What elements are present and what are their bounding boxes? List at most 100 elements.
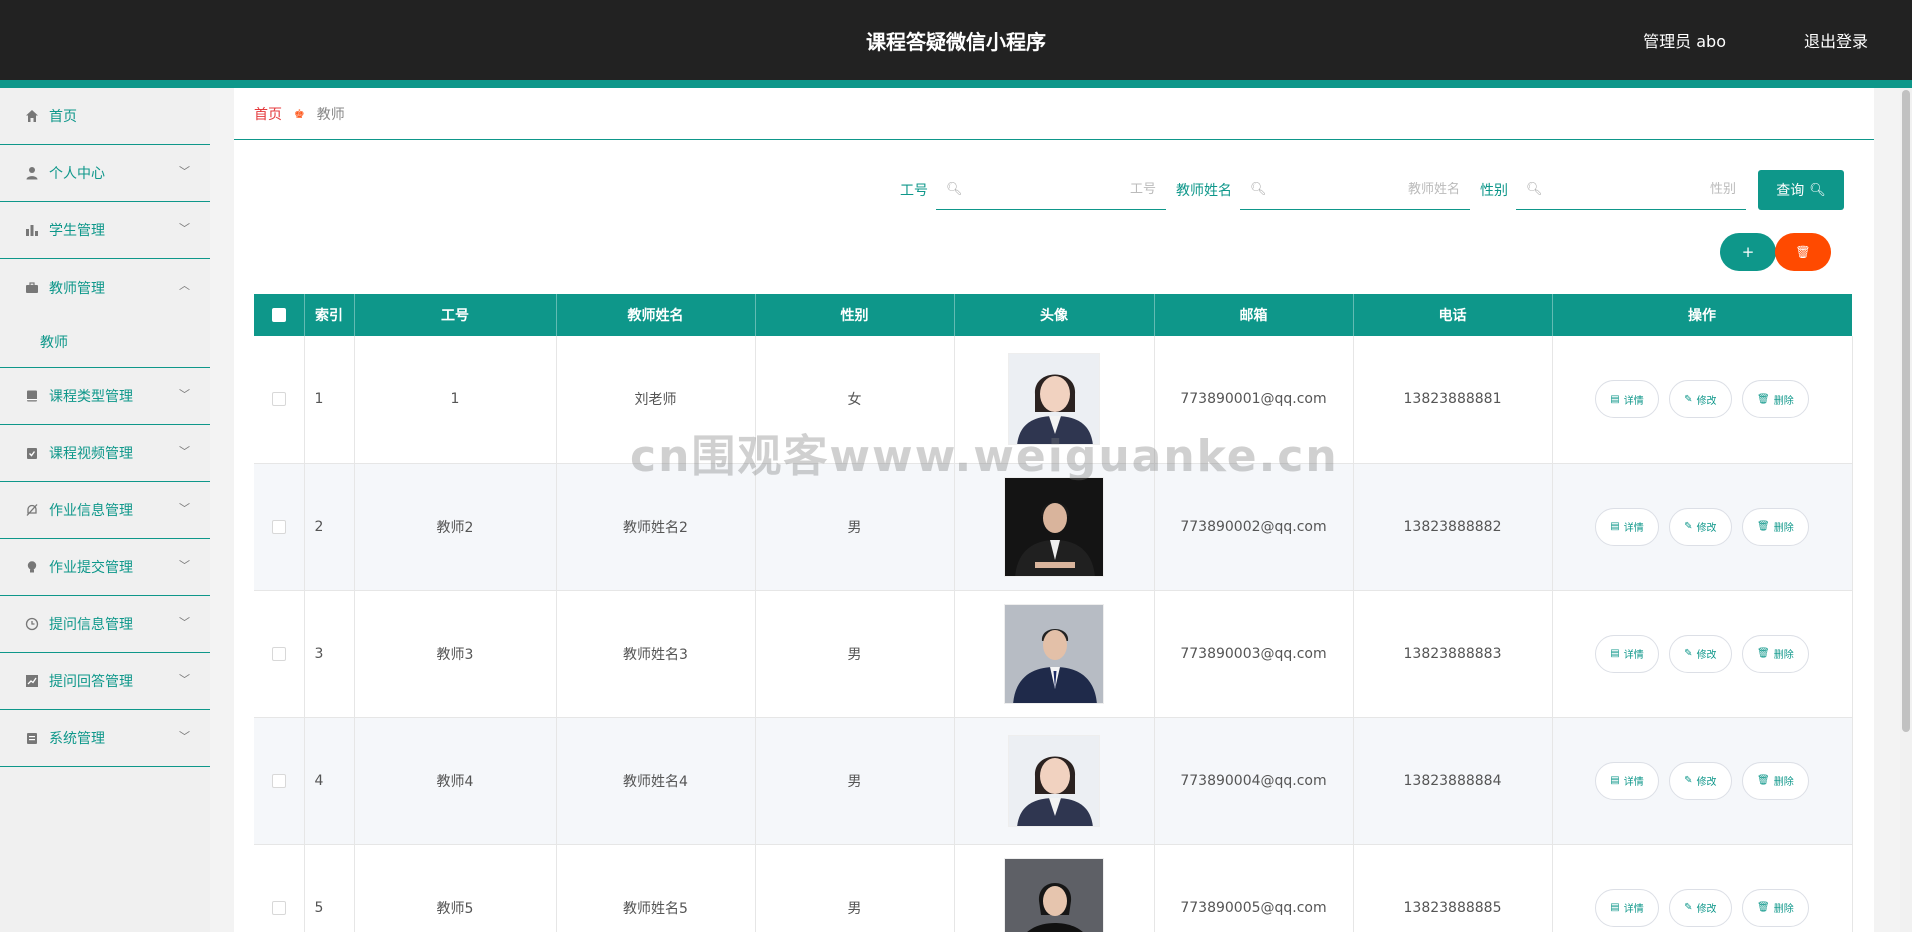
bulb-icon <box>24 559 40 575</box>
cell-name: 教师姓名2 <box>556 463 756 591</box>
sidebar-item-label: 首页 <box>49 109 77 125</box>
chevron-up-icon: ︿ <box>179 279 190 292</box>
delete-button[interactable]: 🗑 删除 <box>1742 761 1809 800</box>
detail-button-label: 详情 <box>1623 395 1644 407</box>
row-select-cell <box>254 336 305 464</box>
sidebar-item-label: 系统管理 <box>49 731 105 747</box>
breadcrumb-current: 教师 <box>316 106 345 123</box>
chevron-down-icon: ﹀ <box>179 445 190 458</box>
detail-button-label: 详情 <box>1623 777 1644 788</box>
sidebar-item-questions[interactable]: 提问信息管理 ﹀ <box>0 596 210 653</box>
sidebar-item-label: 作业信息管理 <box>49 503 133 519</box>
trash-icon: 🗑 <box>1757 521 1770 532</box>
pencil-icon: ✎ <box>1684 648 1693 659</box>
cell-phone: 13823888883 <box>1353 590 1553 718</box>
edit-button[interactable]: ✎ 修改 <box>1669 634 1732 673</box>
search-input-id[interactable] <box>962 182 1156 197</box>
breadcrumb: 首页 ♚ 教师 <box>234 88 1874 140</box>
bar-chart-icon <box>24 222 40 238</box>
edit-button[interactable]: ✎ 修改 <box>1669 380 1732 419</box>
sidebar-item-home[interactable]: 首页 <box>0 88 210 145</box>
search-input-name[interactable] <box>1266 182 1460 197</box>
breadcrumb-home[interactable]: 首页 <box>254 104 282 124</box>
col-header-ops: 操作 <box>1552 294 1853 336</box>
trash-icon: 🗑 <box>1757 648 1770 659</box>
delete-button[interactable]: 🗑 删除 <box>1742 380 1809 419</box>
detail-button[interactable]: ▤ 详情 <box>1595 761 1659 800</box>
edit-button-label: 修改 <box>1696 904 1717 915</box>
home-icon <box>24 108 40 124</box>
sidebar-item-answers[interactable]: 提问回答管理 ﹀ <box>0 653 210 710</box>
cell-phone: 13823888881 <box>1353 336 1553 464</box>
sidebar-item-homework[interactable]: 作业信息管理 ﹀ <box>0 482 210 539</box>
row-checkbox[interactable] <box>271 646 286 661</box>
row-checkbox[interactable] <box>271 519 286 534</box>
detail-button[interactable]: ▤ 详情 <box>1595 507 1659 546</box>
query-button[interactable]: 查询 🔍︎ <box>1758 170 1844 210</box>
avatar-image <box>1004 603 1104 704</box>
sidebar-item-system[interactable]: 系统管理 ﹀ <box>0 710 210 767</box>
cell-id: 1 <box>354 336 557 464</box>
search-field-id: 🔍︎ <box>936 170 1166 210</box>
sidebar-item-label: 课程视频管理 <box>49 446 133 462</box>
avatar-image <box>1008 353 1100 446</box>
cell-avatar <box>954 717 1155 845</box>
edit-button[interactable]: ✎ 修改 <box>1669 761 1732 800</box>
chevron-down-icon: ﹀ <box>179 616 190 629</box>
delete-button[interactable]: 🗑 删除 <box>1742 507 1809 546</box>
sidebar: 首页 个人中心 ﹀ 学生管理 ﹀ 教师管理 ︿ 教师 课程类型管理 ﹀ 课程视频… <box>0 88 210 932</box>
sidebar-item-profile[interactable]: 个人中心 ﹀ <box>0 145 210 202</box>
cell-email: 773890003@qq.com <box>1154 590 1354 718</box>
sidebar-item-course-videos[interactable]: 课程视频管理 ﹀ <box>0 425 210 482</box>
scrollbar-thumb[interactable] <box>1902 90 1910 732</box>
sidebar-item-label: 教师管理 <box>49 280 105 297</box>
search-bar: 工号 🔍︎ 教师姓名 🔍︎ 性别 🔍︎ 查询 🔍︎ <box>900 170 1844 210</box>
sidebar-item-teachers[interactable]: 教师管理 ︿ <box>0 259 210 316</box>
detail-button[interactable]: ▤ 详情 <box>1595 634 1659 673</box>
teacher-table: 索引 工号 教师姓名 性别 头像 邮箱 电话 操作 1 1 刘老师 女 7738… <box>254 294 1853 932</box>
search-icon: 🔍︎ <box>1250 182 1267 197</box>
table-row: 3 教师3 教师姓名3 男 773890003@qq.com 138238888… <box>254 590 1853 718</box>
logout-link[interactable]: 退出登录 <box>1804 28 1868 52</box>
cell-name: 刘老师 <box>556 336 756 464</box>
pencil-icon: ✎ <box>1684 393 1693 405</box>
avatar-image <box>1008 734 1100 827</box>
detail-button[interactable]: ▤ 详情 <box>1595 380 1659 419</box>
sidebar-item-submissions[interactable]: 作业提交管理 ﹀ <box>0 539 210 596</box>
cell-id: 教师3 <box>354 590 557 718</box>
detail-button-label: 详情 <box>1623 650 1644 661</box>
select-all-checkbox[interactable] <box>271 308 286 322</box>
table-row: 4 教师4 教师姓名4 男 773890004@qq.com 138238888… <box>254 717 1853 845</box>
select-all-cell <box>254 294 305 336</box>
sidebar-subitem-teacher[interactable]: 教师 <box>0 316 210 368</box>
search-input-gender[interactable] <box>1542 182 1736 197</box>
cell-gender: 男 <box>755 590 955 718</box>
batch-delete-button[interactable]: 🗑 <box>1775 233 1831 271</box>
table-header-row: 索引 工号 教师姓名 性别 头像 邮箱 电话 操作 <box>254 294 1853 336</box>
add-button[interactable]: + <box>1720 233 1776 271</box>
cell-email: 773890005@qq.com <box>1154 844 1354 932</box>
col-header-gender: 性别 <box>755 294 955 336</box>
row-checkbox[interactable] <box>271 900 286 915</box>
document-icon: ▤ <box>1610 648 1620 659</box>
chevron-down-icon: ﹀ <box>179 222 190 235</box>
chevron-down-icon: ﹀ <box>179 559 190 572</box>
row-checkbox[interactable] <box>271 773 286 788</box>
delete-button[interactable]: 🗑 删除 <box>1742 634 1809 673</box>
cell-index: 5 <box>304 844 355 932</box>
main-content: 首页 ♚ 教师 工号 🔍︎ 教师姓名 🔍︎ 性别 🔍︎ 查询 🔍︎ + 🗑 <box>234 88 1874 932</box>
sidebar-item-label: 提问回答管理 <box>49 674 133 690</box>
cell-gender: 男 <box>755 844 955 932</box>
document-icon: ▤ <box>1610 775 1620 786</box>
detail-button[interactable]: ▤ 详情 <box>1595 888 1659 927</box>
row-checkbox[interactable] <box>271 392 286 407</box>
clipboard-check-icon <box>24 445 40 461</box>
table-row: 1 1 刘老师 女 773890001@qq.com 13823888881 ▤… <box>254 336 1853 464</box>
page-scrollbar[interactable] <box>1900 88 1912 932</box>
sidebar-item-students[interactable]: 学生管理 ﹀ <box>0 202 210 259</box>
edit-button-label: 修改 <box>1696 650 1717 661</box>
delete-button[interactable]: 🗑 删除 <box>1742 888 1809 927</box>
edit-button[interactable]: ✎ 修改 <box>1669 507 1732 546</box>
sidebar-item-course-types[interactable]: 课程类型管理 ﹀ <box>0 368 210 425</box>
edit-button[interactable]: ✎ 修改 <box>1669 888 1732 927</box>
